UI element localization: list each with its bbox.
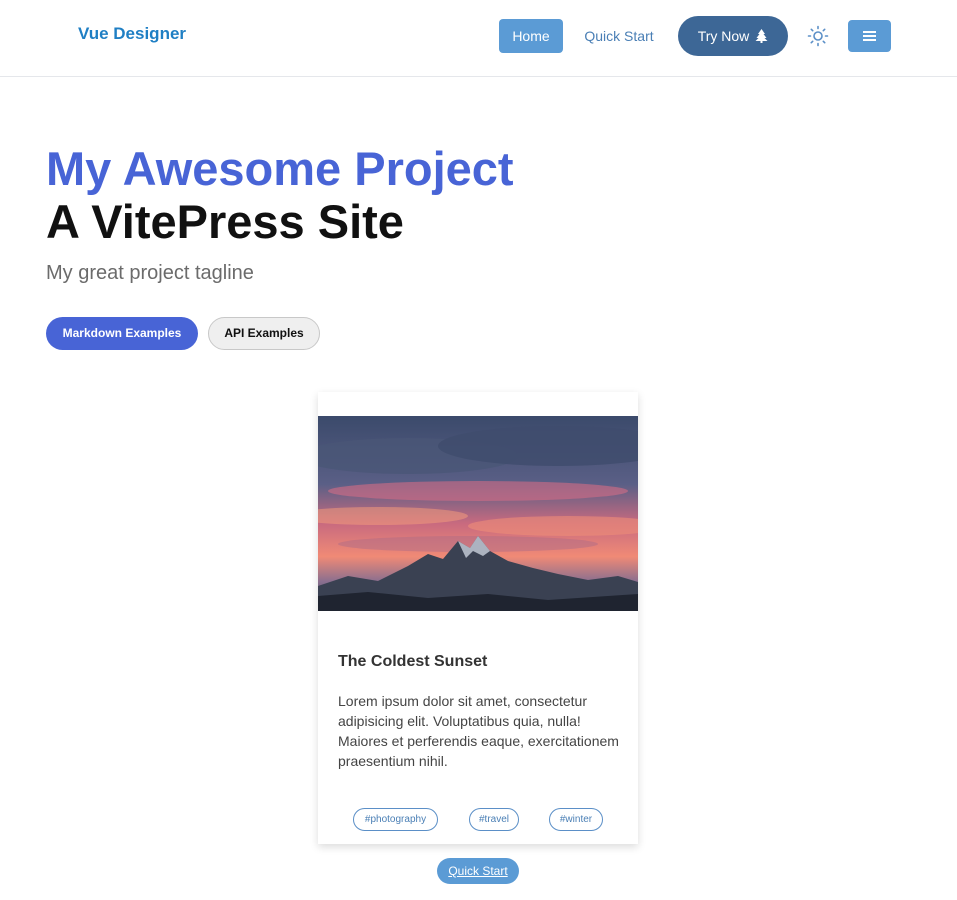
card-body: Lorem ipsum dolor sit amet, consectetur …	[338, 693, 619, 769]
nav-home-button[interactable]: Home	[499, 19, 563, 53]
tree-icon	[755, 29, 768, 44]
top-navbar: Vue Designer Home Quick Start Try Now	[0, 0, 957, 77]
hamburger-icon-line	[863, 35, 876, 37]
card-title: The Coldest Sunset	[338, 653, 488, 670]
tag-winter[interactable]: #winter	[549, 808, 603, 831]
footer-quick-start-button[interactable]: Quick Start	[437, 858, 519, 884]
try-now-label: Try Now	[697, 28, 750, 44]
hero-tagline: My great project tagline	[46, 262, 254, 284]
hamburger-icon-line	[863, 39, 876, 41]
hamburger-icon	[863, 31, 876, 33]
blog-card: The Coldest Sunset Lorem ipsum dolor sit…	[318, 392, 638, 844]
markdown-examples-button[interactable]: Markdown Examples	[46, 317, 198, 350]
hamburger-menu-button[interactable]	[848, 20, 891, 52]
tag-photography[interactable]: #photography	[353, 808, 438, 831]
api-examples-button[interactable]: API Examples	[208, 317, 320, 350]
sun-icon[interactable]	[806, 24, 830, 48]
card-image	[318, 416, 638, 611]
hero-text: A VitePress Site	[46, 195, 404, 248]
nav-quick-start-link[interactable]: Quick Start	[574, 19, 664, 53]
try-now-button[interactable]: Try Now	[678, 16, 788, 56]
tag-travel[interactable]: #travel	[469, 808, 519, 831]
site-logo[interactable]: Vue Designer	[78, 24, 186, 44]
hero-name: My Awesome Project	[46, 142, 514, 195]
